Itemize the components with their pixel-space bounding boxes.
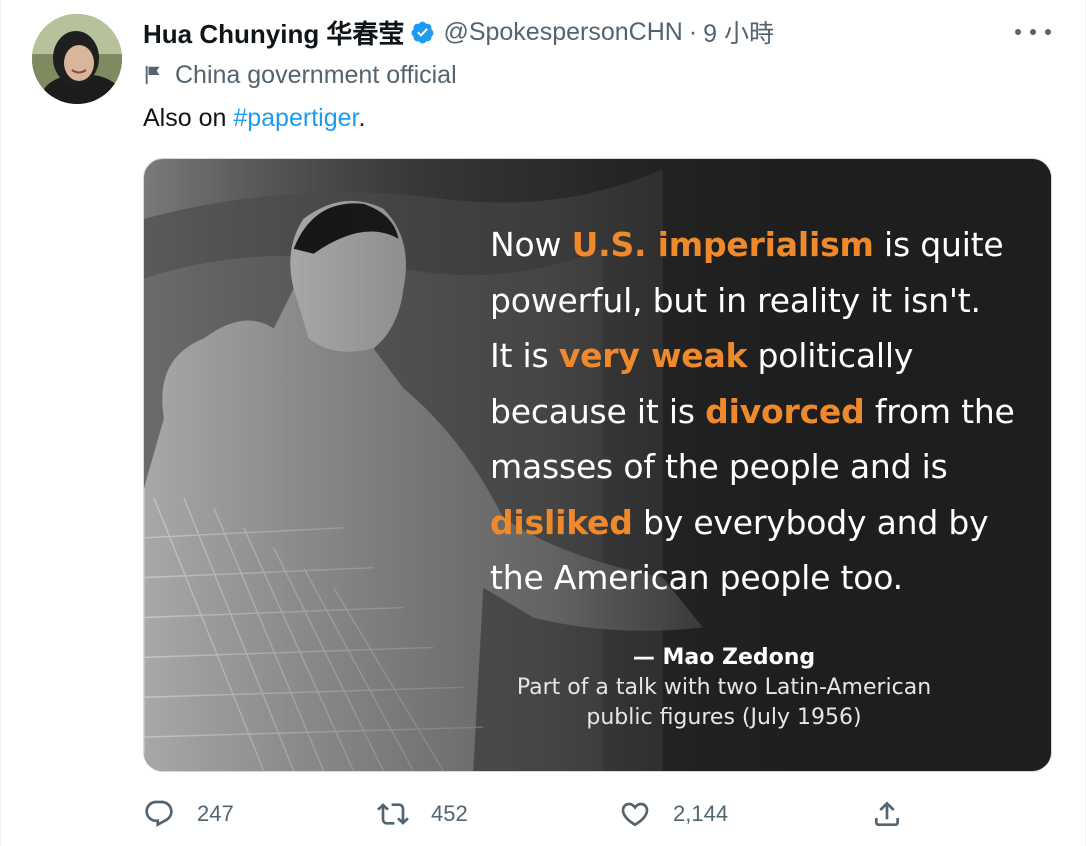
media-image[interactable]: Now U.S. imperialism is quite powerful, b…: [143, 158, 1052, 772]
separator-dot: ·: [688, 17, 698, 46]
tweet-header: Hua Chunying 华春莹 @SpokespersonCHN · 9 小時: [143, 14, 774, 50]
author-handle[interactable]: @SpokespersonCHN: [443, 18, 682, 47]
quote-attribution: — Mao Zedong Part of a talk with two Lat…: [474, 643, 974, 733]
quote-line: It is very weak politically: [490, 328, 1030, 384]
timestamp[interactable]: 9 小時: [703, 14, 774, 50]
quote-segment: the American people too.: [490, 558, 903, 597]
quote-line: masses of the people and is: [490, 439, 1030, 495]
quote-segment: is quite: [873, 225, 1004, 264]
quote-highlight: very weak: [558, 336, 748, 375]
reply-count: 247: [197, 801, 234, 826]
retweet-button[interactable]: 452: [377, 792, 468, 836]
reply-icon: [145, 800, 173, 827]
quote-segment: because it is: [490, 391, 706, 431]
quote-segment: It is: [490, 336, 559, 375]
retweet-count: 452: [431, 801, 468, 826]
quote-text: Now U.S. imperialism is quite powerful, b…: [490, 217, 1030, 606]
hashtag-link[interactable]: #papertiger: [233, 104, 358, 132]
verified-badge-icon: [411, 21, 434, 43]
quote-line: disliked by everybody and by: [490, 495, 1030, 551]
author-name[interactable]: Hua Chunying 华春莹: [143, 14, 404, 51]
quote-segment: powerful, but in reality it isn't.: [490, 280, 981, 320]
quote-highlight: divorced: [705, 391, 865, 431]
quote-author: — Mao Zedong: [632, 645, 816, 670]
quote-line: Now U.S. imperialism is quite: [490, 217, 1030, 273]
quote-line: powerful, but in reality it isn't.: [490, 273, 1030, 329]
avatar[interactable]: [32, 14, 122, 104]
like-count: 2,144: [673, 801, 729, 826]
share-icon: [875, 801, 899, 826]
label-text: China government official: [175, 60, 457, 89]
quote-highlight: disliked: [490, 502, 633, 542]
quote-segment: masses of the people and is: [490, 447, 948, 486]
flag-icon: [145, 65, 160, 85]
government-label[interactable]: China government official: [143, 58, 457, 92]
quote-segment: from the: [864, 391, 1015, 431]
retweet-icon: [377, 803, 409, 825]
tweet[interactable]: Hua Chunying 华春莹 @SpokespersonCHN · 9 小時…: [0, 0, 1086, 846]
avatar-image: [32, 14, 122, 104]
tweet-text-suffix: .: [358, 104, 366, 132]
tweet-text: Also on #papertiger.: [143, 102, 365, 134]
quote-line: because it is divorced from the: [490, 384, 1030, 440]
more-icon: [1015, 29, 1021, 35]
tweet-text-prefix: Also on: [143, 104, 234, 132]
more-options-button[interactable]: [1015, 20, 1051, 44]
tweet-actions: 247 452 2,144: [143, 792, 903, 836]
reply-button[interactable]: 247: [143, 792, 234, 836]
like-button[interactable]: 2,144: [619, 792, 728, 836]
share-button[interactable]: [871, 792, 925, 836]
quote-segment: by everybody and by: [632, 502, 989, 542]
quote-segment: Now: [490, 225, 572, 264]
quote-highlight: U.S. imperialism: [571, 225, 874, 264]
heart-icon: [621, 802, 649, 827]
quote-segment: politically: [747, 336, 914, 375]
quote-line: the American people too.: [490, 550, 1030, 606]
quote-source-line-1: Part of a talk with two Latin-American: [516, 675, 932, 700]
quote-source-line-2: public figures (July 1956): [586, 705, 862, 730]
